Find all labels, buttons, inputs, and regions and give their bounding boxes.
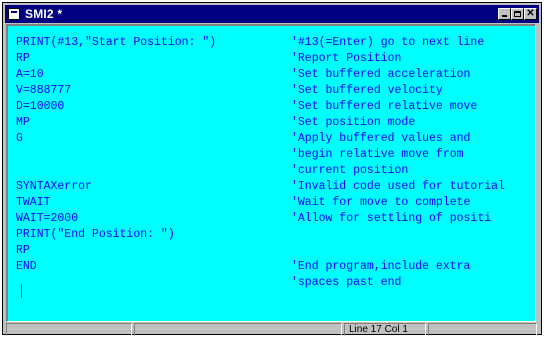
code-line-6: MP [16,116,30,129]
code-line-15: END [16,260,37,273]
window-controls: ✕ [498,8,537,20]
minimize-button[interactable] [498,8,511,20]
code-line-4: V=888777 [16,84,72,97]
comment-line-2: 'Report Position [291,52,402,65]
code-line-3: A=10 [16,68,44,81]
code-line-12: WAIT=2000 [16,212,79,225]
comment-line-3: 'Set buffered acceleration [291,68,471,81]
editor-window: SMI2 * ✕ PRINT(#13,"Start Position: ") '… [2,2,542,336]
comment-line-4: 'Set buffered velocity [291,84,443,97]
close-button[interactable]: ✕ [524,8,537,20]
comment-line-15: 'End program,include extra [291,260,471,273]
comment-line-5: 'Set buffered relative move [291,100,478,113]
code-line-7: G [16,132,23,145]
comment-line-1: '#13(=Enter) go to next line [291,36,485,49]
comment-line-9: 'current position [291,164,409,177]
comment-line-11: 'Wait for move to complete [291,196,471,209]
code-line-11: TWAIT [16,196,51,209]
comment-line-7: 'Apply buffered values and [291,132,471,145]
comment-line-12: 'Allow for settling of positi [291,212,492,225]
status-pane-1 [6,323,132,336]
title-bar[interactable]: SMI2 * ✕ [5,5,539,23]
cursor-position: Line 17 Col 1 [344,323,426,336]
comment-line-10: 'Invalid code used for tutorial [291,180,505,193]
code-line-2: RP [16,52,30,65]
code-line-1: PRINT(#13,"Start Position: ") [16,36,217,49]
comment-line-8: 'begin relative move from [291,148,464,161]
code-editor[interactable]: PRINT(#13,"Start Position: ") '#13(=Ente… [6,24,536,322]
document-icon[interactable] [8,8,20,20]
code-line-5: D=10000 [16,100,65,113]
comment-line-6: 'Set position mode [291,116,416,129]
text-caret [21,284,22,298]
comment-line-16: 'spaces past end [291,276,402,289]
code-line-14: RP [16,244,30,257]
window-title: SMI2 * [25,7,63,21]
code-line-13: PRINT("End Position: ") [16,228,175,241]
status-bar: Line 17 Col 1 [6,323,539,336]
code-line-10: SYNTAXerror [16,180,92,193]
status-pane-4 [428,323,537,336]
maximize-button[interactable] [511,8,524,20]
status-pane-2 [134,323,342,336]
